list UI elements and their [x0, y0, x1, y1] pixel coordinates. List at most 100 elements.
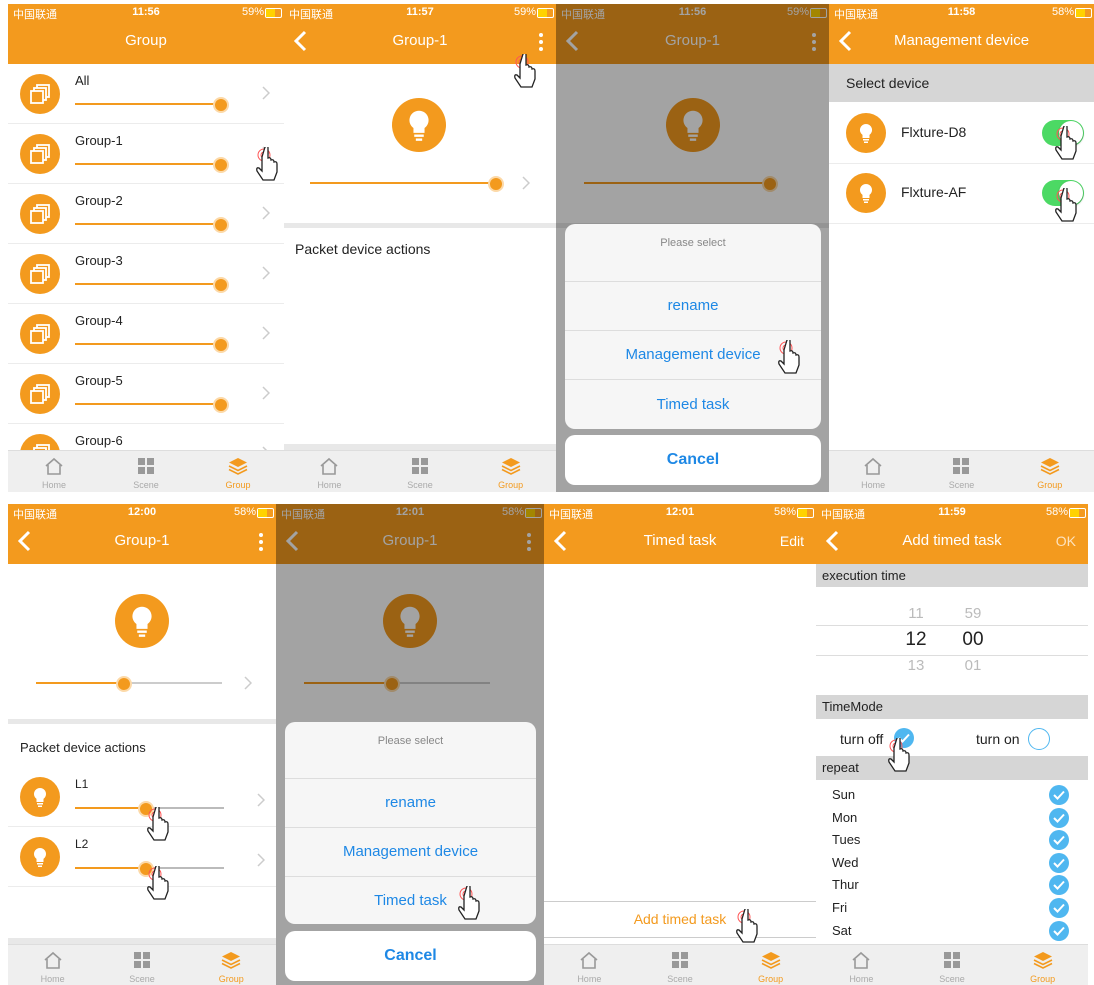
check-icon[interactable] [1049, 785, 1069, 805]
group-row[interactable]: Group-6 [8, 424, 284, 450]
more-vertical-icon[interactable] [256, 532, 266, 552]
brightness-slider-thumb[interactable] [488, 176, 504, 192]
repeat-day-label: Tues [832, 832, 861, 848]
rename-option[interactable]: rename [285, 778, 536, 827]
repeat-day-label: Sun [832, 787, 856, 802]
group-slider-track[interactable] [75, 103, 221, 105]
group-slider-track[interactable] [75, 223, 221, 225]
chevron-right-icon[interactable] [262, 326, 270, 340]
tab-group[interactable]: Group [997, 945, 1088, 985]
group-icon [20, 134, 60, 174]
tab-scene[interactable]: Scene [97, 945, 186, 985]
bulb-icon [20, 777, 60, 817]
group-slider-thumb[interactable] [213, 97, 229, 113]
tab-home[interactable]: Home [8, 451, 100, 492]
tab-group[interactable]: Group [725, 945, 816, 985]
group-slider-thumb[interactable] [213, 397, 229, 413]
battery-percent: 58% [1045, 506, 1068, 518]
cancel-button[interactable]: Cancel [285, 931, 536, 981]
repeat-day-row[interactable]: Sun [816, 784, 1088, 806]
tab-home[interactable]: Home [816, 945, 907, 985]
group-row[interactable]: Group-5 [8, 364, 284, 424]
group-name: Group-3 [75, 253, 123, 268]
tab-home[interactable]: Home [284, 451, 375, 492]
chevron-right-icon[interactable] [244, 676, 252, 690]
tab-scene[interactable]: Scene [635, 945, 726, 985]
check-icon[interactable] [1049, 875, 1069, 896]
scene-icon [136, 457, 156, 475]
repeat-day-label: Thur [832, 877, 859, 893]
tab-label: Home [41, 480, 66, 490]
repeat-day-row[interactable]: Wed [816, 852, 1088, 874]
group-slider-track[interactable] [75, 403, 221, 405]
group-slider-thumb[interactable] [213, 157, 229, 173]
tab-group[interactable]: Group [1006, 451, 1094, 492]
chevron-right-icon[interactable] [262, 206, 270, 220]
tab-scene[interactable]: Scene [907, 945, 998, 985]
time-picker[interactable]: 11 12 13 59 00 01 [816, 587, 1088, 693]
tab-home[interactable]: Home [829, 451, 917, 492]
minute-wheel[interactable]: 59 00 01 [953, 587, 993, 693]
chevron-right-icon[interactable] [257, 793, 265, 807]
group-name: Group-2 [75, 193, 123, 208]
device-row[interactable]: L1 [8, 767, 276, 827]
group-name: Group-4 [75, 313, 123, 328]
tab-group[interactable]: Group [187, 945, 276, 985]
group-row[interactable]: Group-3 [8, 244, 284, 304]
rename-option[interactable]: rename [565, 281, 821, 330]
group-slider-track[interactable] [75, 343, 221, 345]
tab-group[interactable]: Group [192, 451, 284, 492]
group-row[interactable]: All [8, 64, 284, 124]
tab-home[interactable]: Home [544, 945, 635, 985]
more-vertical-icon[interactable] [536, 32, 546, 52]
hour-wheel[interactable]: 11 12 13 [896, 587, 936, 693]
tab-group[interactable]: Group [465, 451, 556, 492]
tab-scene[interactable]: Scene [917, 451, 1005, 492]
brightness-slider-track[interactable] [310, 182, 496, 184]
execution-time-header: execution time [816, 564, 1088, 587]
timed-task-option[interactable]: Timed task [285, 876, 536, 924]
group-icon [20, 74, 60, 114]
check-icon[interactable] [1049, 920, 1069, 941]
home-icon [319, 457, 339, 475]
repeat-day-row[interactable]: Tues [816, 829, 1088, 851]
chevron-right-icon[interactable] [262, 266, 270, 280]
group-slider-thumb[interactable] [213, 337, 229, 353]
tab-home[interactable]: Home [8, 945, 97, 985]
turn-on-radio[interactable] [1028, 728, 1050, 750]
chevron-right-icon[interactable] [262, 386, 270, 400]
tab-scene[interactable]: Scene [100, 451, 192, 492]
group-row[interactable]: Group-1 [8, 124, 284, 184]
group-row[interactable]: Group-2 [8, 184, 284, 244]
group-slider-thumb[interactable] [213, 217, 229, 233]
chevron-right-icon[interactable] [262, 86, 270, 100]
nav-bar: Group [8, 20, 284, 64]
timed-task-option[interactable]: Timed task [565, 379, 821, 429]
status-bar: 中国联通 11:58 58% [829, 4, 1094, 21]
tab-scene[interactable]: Scene [375, 451, 466, 492]
battery-icon [797, 508, 814, 518]
group-slider-thumb[interactable] [213, 277, 229, 293]
chevron-right-icon[interactable] [257, 853, 265, 867]
group-slider-track[interactable] [75, 283, 221, 285]
cancel-button[interactable]: Cancel [565, 435, 821, 485]
ok-button[interactable]: OK [1056, 533, 1076, 549]
edit-button[interactable]: Edit [780, 533, 804, 549]
check-icon[interactable] [1049, 898, 1069, 918]
group-row[interactable]: Group-4 [8, 304, 284, 364]
chevron-right-icon[interactable] [522, 176, 530, 190]
repeat-day-row[interactable]: Thur [816, 874, 1088, 896]
page-title: Add timed task [902, 532, 1002, 549]
battery-icon [257, 508, 274, 518]
group-slider-track[interactable] [75, 163, 221, 165]
management-device-option[interactable]: Management device [285, 827, 536, 876]
device-row[interactable]: L2 [8, 827, 276, 887]
repeat-day-row[interactable]: Fri [816, 897, 1088, 919]
check-icon[interactable] [1049, 852, 1069, 873]
check-icon[interactable] [1049, 807, 1069, 828]
brightness-slider-thumb[interactable] [116, 676, 132, 692]
repeat-day-row[interactable]: Mon [816, 807, 1088, 829]
add-timed-task-button[interactable]: Add timed task [544, 901, 816, 938]
repeat-day-row[interactable]: Sat [816, 920, 1088, 942]
check-icon[interactable] [1049, 830, 1069, 851]
